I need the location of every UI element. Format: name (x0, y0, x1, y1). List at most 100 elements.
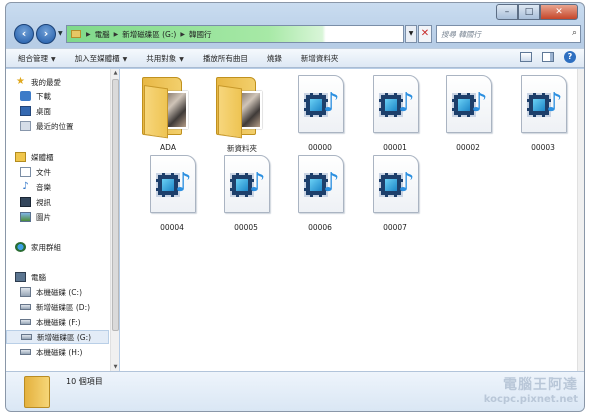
media-file-icon: ♪ (373, 75, 419, 133)
nav-computer[interactable]: 電腦 (6, 270, 46, 284)
new-folder-button[interactable]: 新增資料夾 (301, 53, 339, 64)
file-item[interactable]: ♪ 00006 (288, 151, 352, 237)
nav-desktop[interactable]: 桌面 (6, 104, 51, 118)
file-item[interactable]: ♪ 00001 (363, 71, 427, 157)
media-file-icon: ♪ (521, 75, 567, 133)
file-item[interactable]: ♪ 00005 (214, 151, 278, 237)
watermark-title: 電腦王阿達 (503, 377, 578, 393)
scroll-up-icon[interactable]: ▲ (112, 70, 119, 76)
music-note-icon: ♪ (323, 168, 340, 198)
breadcrumb-current-folder[interactable]: 韓國行 (189, 29, 212, 40)
scroll-down-icon[interactable]: ▼ (112, 364, 119, 370)
nav-drive-h[interactable]: 本機磁碟 (H:) (6, 345, 82, 359)
library-icon (15, 152, 26, 162)
homegroup-icon (15, 242, 26, 252)
computer-icon (15, 272, 26, 282)
folder-icon (216, 77, 268, 139)
chevron-down-icon: ▼ (51, 55, 56, 63)
toolbar-right-controls: ? (520, 51, 576, 63)
system-drive-icon (20, 287, 31, 297)
watermark-logo: 電腦王阿達 kocpc.pixnet.net (484, 374, 578, 405)
chevron-down-icon: ▼ (179, 55, 184, 63)
documents-icon (20, 167, 31, 177)
history-dropdown-icon[interactable]: ▼ (58, 30, 66, 38)
share-with-button[interactable]: 共用對象 ▼ (146, 53, 184, 64)
nav-libraries[interactable]: 媒體櫃 (6, 150, 54, 164)
preview-pane-icon[interactable] (542, 52, 554, 62)
media-file-icon: ♪ (373, 155, 419, 213)
item-label: 00004 (160, 223, 184, 232)
folder-icon (142, 77, 194, 139)
file-item[interactable]: ♪ 00004 (140, 151, 204, 237)
nav-scroll-thumb[interactable] (112, 79, 119, 331)
drive-icon (20, 349, 31, 355)
burn-button[interactable]: 燒錄 (267, 53, 282, 64)
file-item[interactable]: ♪ 00000 (288, 71, 352, 157)
item-label: 00006 (308, 223, 332, 232)
change-view-icon[interactable] (520, 52, 532, 62)
music-note-icon: ♪ (249, 168, 266, 198)
music-note-icon: ♪ (471, 88, 488, 118)
downloads-icon (20, 91, 31, 101)
window-controls: – □ ✕ (496, 4, 578, 20)
maximize-button[interactable]: □ (518, 4, 540, 20)
item-count: 10 個項目 (66, 377, 103, 386)
media-file-icon: ♪ (150, 155, 196, 213)
star-icon: ★ (16, 76, 25, 87)
play-all-button[interactable]: 播放所有曲目 (203, 53, 248, 64)
nav-music[interactable]: ♪ 音樂 (6, 180, 51, 194)
nav-scrollbar[interactable]: ▲ ▼ (110, 69, 119, 371)
address-dropdown-icon[interactable]: ▼ (405, 25, 417, 43)
nav-drive-g[interactable]: 新增磁碟區 (G:) (6, 330, 109, 344)
drive-icon (20, 304, 31, 310)
minimize-button[interactable]: – (496, 4, 518, 20)
organize-button[interactable]: 組合管理 ▼ (18, 53, 56, 64)
address-bar[interactable]: ▶ 電腦 ▶ 新增磁碟區 (G:) ▶ 韓國行 (66, 25, 404, 43)
folder-item-ada[interactable]: ADA (136, 71, 200, 157)
add-to-library-button[interactable]: 加入至媒體櫃 ▼ (75, 53, 128, 64)
breadcrumb-drive-g[interactable]: 新增磁碟區 (G:) (122, 29, 176, 40)
nav-favorites[interactable]: ★ 我的最愛 (6, 75, 61, 89)
explorer-window: – □ ✕ ‹ › ▼ ▶ 電腦 ▶ 新增磁碟區 (G:) ▶ 韓國行 ▼ ✕ … (5, 2, 585, 412)
folder-small-icon (71, 30, 81, 38)
nav-documents[interactable]: 文件 (6, 165, 51, 179)
close-button[interactable]: ✕ (540, 4, 578, 20)
nav-drive-f[interactable]: 本機磁碟 (F:) (6, 315, 81, 329)
details-pane: 10 個項目 電腦王阿達 kocpc.pixnet.net (6, 371, 584, 411)
nav-drive-c[interactable]: 本機磁碟 (C:) (6, 285, 82, 299)
address-row: ‹ › ▼ ▶ 電腦 ▶ 新增磁碟區 (G:) ▶ 韓國行 ▼ ✕ 搜尋 韓國行… (12, 23, 581, 45)
file-item[interactable]: ♪ 00002 (436, 71, 500, 157)
stop-icon[interactable]: ✕ (418, 25, 432, 43)
breadcrumb-computer[interactable]: 電腦 (95, 29, 110, 40)
music-note-icon: ♪ (175, 168, 192, 198)
nav-videos[interactable]: 視訊 (6, 195, 51, 209)
back-arrow-icon[interactable]: ‹ (14, 24, 34, 44)
nav-homegroup[interactable]: 家用群組 (6, 240, 61, 254)
media-file-icon: ♪ (446, 75, 492, 133)
item-label: 00002 (456, 143, 480, 152)
file-item[interactable]: ♪ 00007 (363, 151, 427, 237)
forward-arrow-icon[interactable]: › (36, 24, 56, 44)
nav-pictures[interactable]: 圖片 (6, 210, 51, 224)
nav-recent-places[interactable]: 最近的位置 (6, 119, 74, 133)
nav-drive-d[interactable]: 新增磁碟區 (D:) (6, 300, 90, 314)
folder-item-new-folder[interactable]: 新資料夾 (210, 71, 274, 157)
drive-icon (20, 319, 31, 325)
chevron-right-icon[interactable]: ▶ (180, 31, 185, 38)
item-label: 00003 (531, 143, 555, 152)
nav-downloads[interactable]: 下載 (6, 89, 51, 103)
content-scrollbar[interactable] (577, 69, 584, 371)
help-icon[interactable]: ? (564, 51, 576, 63)
folder-front (144, 85, 168, 139)
search-input[interactable]: 搜尋 韓國行 ⌕ (436, 25, 581, 43)
media-file-icon: ♪ (224, 155, 270, 213)
music-note-icon: ♪ (398, 88, 415, 118)
file-item[interactable]: ♪ 00003 (511, 71, 575, 157)
chevron-right-icon[interactable]: ▶ (114, 31, 119, 38)
chevron-right-icon[interactable]: ▶ (86, 31, 91, 38)
recent-places-icon (20, 121, 31, 131)
item-label: 00007 (383, 223, 407, 232)
search-icon[interactable]: ⌕ (572, 28, 577, 38)
pictures-icon (20, 212, 31, 222)
watermark-url: kocpc.pixnet.net (483, 394, 578, 405)
